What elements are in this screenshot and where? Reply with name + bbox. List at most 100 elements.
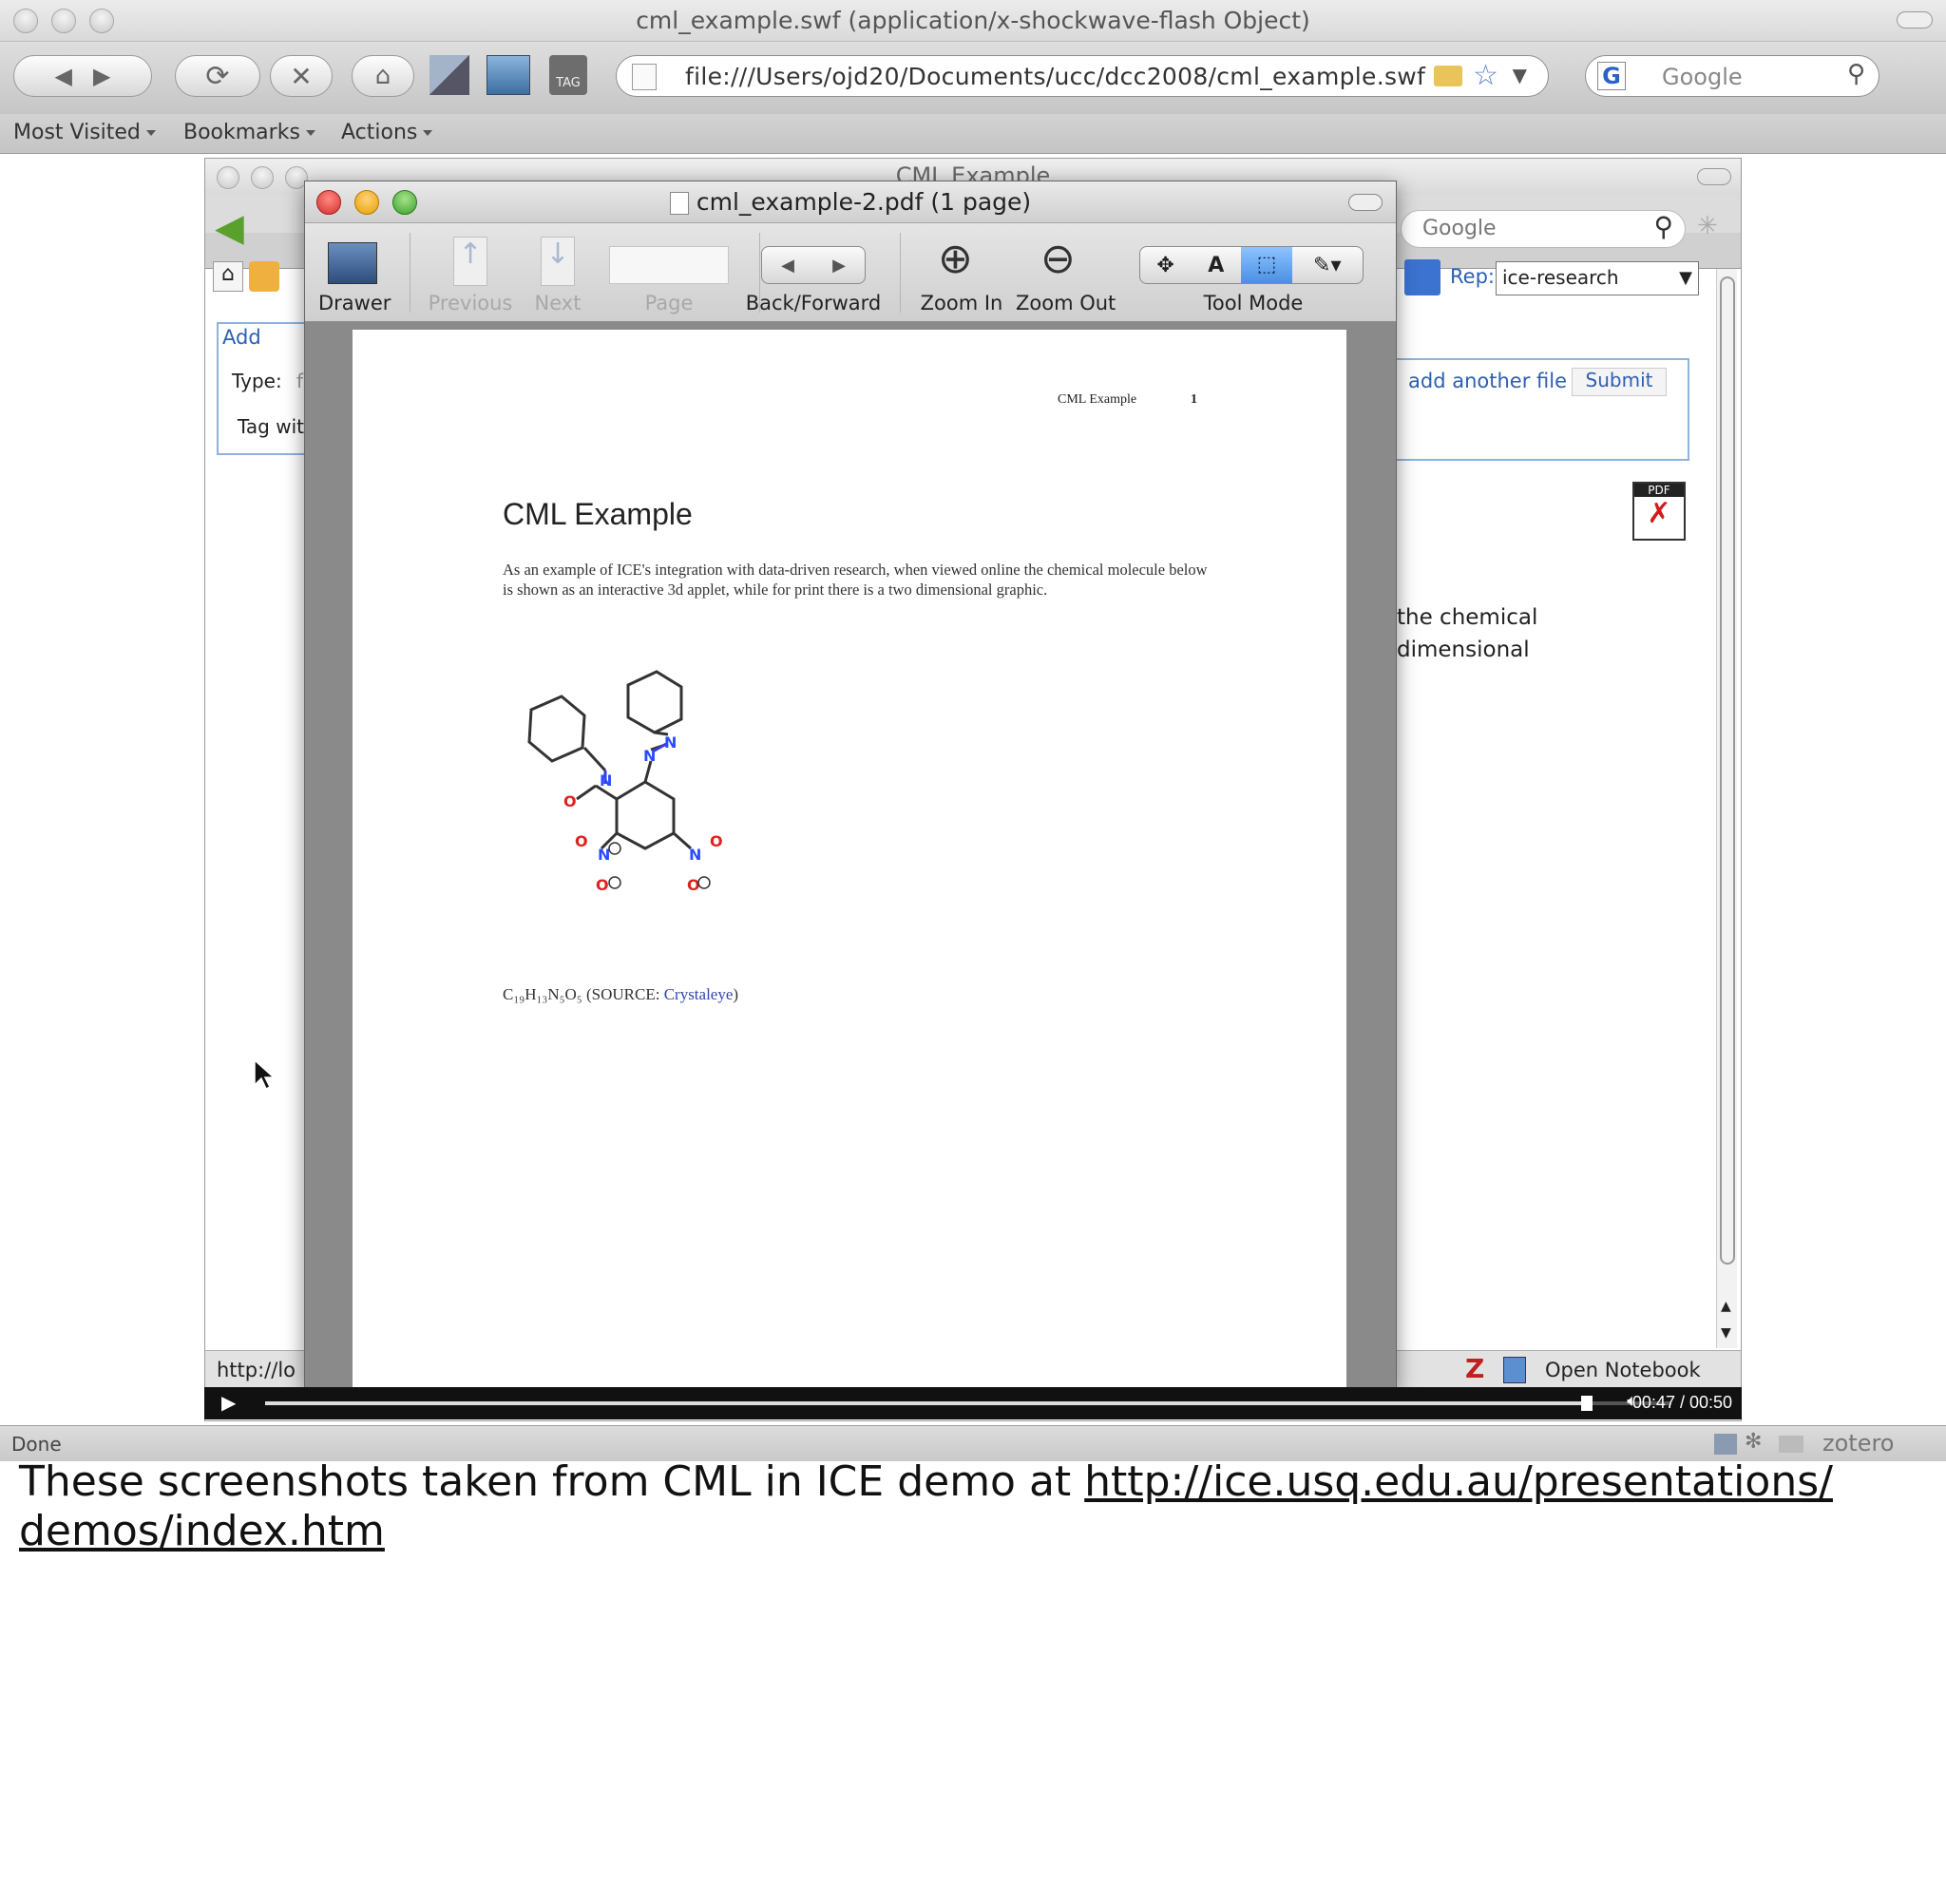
inner-search-input: Google xyxy=(1422,217,1497,240)
drawer-icon xyxy=(328,242,377,284)
video-progress-track[interactable] xyxy=(265,1396,1671,1411)
zotero-label[interactable]: zotero xyxy=(1822,1430,1894,1457)
snowflake-icon[interactable]: ✻ xyxy=(1745,1430,1762,1454)
mouse-cursor-icon xyxy=(254,1058,276,1091)
bookmark-label: Most Visited xyxy=(13,121,141,144)
text-tool-icon: A xyxy=(1208,253,1225,277)
status-text: Done xyxy=(11,1433,62,1456)
url-bar[interactable]: file:///Users/ojd20/Documents/ucc/dcc200… xyxy=(616,55,1549,97)
atom-n-azo-1: N xyxy=(643,747,656,765)
body-text-line-1: the chemical xyxy=(1397,605,1538,630)
back-arrow-icon: ◀ xyxy=(781,255,794,276)
demo-link-continued[interactable]: demos/index.htm xyxy=(19,1507,385,1555)
acrobat-swirl-icon: ✗ xyxy=(1647,497,1671,530)
pdf-icon-label: PDF xyxy=(1634,484,1684,497)
mail-icon[interactable] xyxy=(1779,1436,1803,1453)
home-button[interactable]: ⌂ xyxy=(352,55,414,97)
play-icon[interactable]: ▶ xyxy=(221,1391,236,1414)
search-icon[interactable]: ⚲ xyxy=(1847,60,1865,88)
search-input[interactable]: Google xyxy=(1662,64,1743,90)
browser-titlebar: cml_example.swf (application/x-shockwave… xyxy=(0,0,1946,42)
folder-icon[interactable] xyxy=(1434,66,1462,86)
window-title: cml_example.swf (application/x-shockwave… xyxy=(636,7,1310,34)
bookmark-label: Actions xyxy=(341,121,418,144)
scroll-thumb xyxy=(1720,276,1735,1265)
pdf-window-title: cml_example-2.pdf (1 page) xyxy=(305,188,1396,216)
pdf-document-icon xyxy=(669,192,689,215)
google-engine-icon[interactable]: G xyxy=(1597,62,1626,90)
video-controls[interactable]: ▶ 🔈︎ 00:47 / 00:50 xyxy=(204,1387,1742,1419)
back-forward-label: Back/Forward xyxy=(745,292,882,314)
select-tool-icon: ⬚ xyxy=(1241,247,1292,283)
star-bookmark-icon[interactable]: ☆ xyxy=(1473,59,1498,92)
crystaleye-link: Crystaleye xyxy=(663,985,734,1003)
central-ring xyxy=(615,780,676,850)
forward-arrow-icon: ▶ xyxy=(832,255,846,276)
search-bar[interactable]: G Google ⚲ xyxy=(1585,55,1879,97)
formula-text: C₁₉H₁₃N₅O₅ (SOURCE: xyxy=(503,985,664,1003)
inner-toolbar-toggle xyxy=(1697,168,1731,185)
url-dropdown-icon[interactable]: ▼ xyxy=(1513,64,1527,86)
zoom-in-icon: ⊕ xyxy=(938,235,973,283)
bookmarks-toolbar: Most Visited Bookmarks Actions xyxy=(0,114,1946,154)
move-tool-icon: ✥ xyxy=(1156,253,1174,277)
running-header-page: 1 xyxy=(1191,392,1197,407)
demo-link[interactable]: http://ice.usq.edu.au/presentations/ xyxy=(1084,1457,1833,1506)
pdf-title-text: cml_example-2.pdf (1 page) xyxy=(696,188,1032,216)
inner-scrollbar: ▲ ▼ xyxy=(1716,269,1737,1348)
slide-caption: These screenshots taken from CML in ICE … xyxy=(19,1457,1919,1556)
zoom-out-icon: ⊖ xyxy=(1040,235,1076,283)
statusbar-icon[interactable] xyxy=(1714,1434,1737,1455)
back-forward-buttons[interactable]: ◀ ▶ xyxy=(13,55,152,97)
back-arrow-icon[interactable]: ◀ xyxy=(55,63,72,89)
reload-button[interactable]: ⟳ xyxy=(175,55,260,97)
scroll-up-icon: ▲ xyxy=(1721,1299,1731,1314)
rep-label: Rep: xyxy=(1450,265,1495,288)
page-paragraph: As an example of ICE's integration with … xyxy=(503,561,1208,599)
pdf-titlebar: cml_example-2.pdf (1 page) xyxy=(305,181,1396,223)
add-another-file-link: add another file xyxy=(1408,370,1567,392)
tag-icon[interactable]: TAG xyxy=(549,55,587,95)
tag-label: Tag wit xyxy=(238,415,304,438)
home-icon: ⌂ xyxy=(374,62,391,90)
window-icon[interactable] xyxy=(486,55,530,95)
drawer-label: Drawer xyxy=(318,292,391,314)
atom-o-nitro-left-1: O xyxy=(575,832,588,850)
bookmark-bookmarks[interactable]: Bookmarks xyxy=(183,121,315,144)
open-notebook-label: Open Notebook xyxy=(1545,1359,1701,1381)
atom-o-nitro-right-1: O xyxy=(710,832,723,850)
atom-o-carbonyl: O xyxy=(563,792,577,810)
annotate-tool-icon: ✎▾ xyxy=(1313,253,1342,277)
screen-grab-icon[interactable] xyxy=(429,55,469,95)
submit-button: Submit xyxy=(1572,368,1667,396)
url-text[interactable]: file:///Users/ojd20/Documents/ucc/dcc200… xyxy=(685,63,1425,90)
tool-mode-segmented: ✥ A ⬚ ✎▾ xyxy=(1139,246,1364,284)
page-icon xyxy=(632,64,657,90)
pdf-toolbar-toggle xyxy=(1348,194,1383,211)
bookmark-most-visited[interactable]: Most Visited xyxy=(13,121,156,144)
video-progress-fill xyxy=(265,1401,1588,1405)
caption-text: These screenshots taken from CML in ICE … xyxy=(19,1457,1085,1506)
chevron-down-icon xyxy=(145,130,156,136)
zotero-z-icon: Z xyxy=(1465,1353,1485,1384)
atom-o-nitro-right-2: O xyxy=(687,876,700,894)
bookmark-label: Bookmarks xyxy=(183,121,300,144)
rep-value: ice-research xyxy=(1502,266,1619,289)
running-header-title: CML Example xyxy=(1058,392,1137,407)
forward-arrow-icon[interactable]: ▶ xyxy=(93,63,110,89)
zoom-out-label: Zoom Out xyxy=(1016,292,1116,314)
pdf-page: CML Example 1 CML Example As an example … xyxy=(353,330,1346,1390)
bookmark-actions[interactable]: Actions xyxy=(341,121,433,144)
formula-close: ) xyxy=(733,985,739,1003)
type-label: Type: xyxy=(232,370,282,392)
video-scrubber-handle[interactable] xyxy=(1581,1396,1593,1411)
loading-spinner-icon: ✳ xyxy=(1697,212,1718,240)
scroll-down-icon: ▼ xyxy=(1721,1325,1731,1341)
toolbar-toggle-button[interactable] xyxy=(1897,11,1933,29)
folder-icon xyxy=(249,261,279,292)
back-forward-segmented: ◀ ▶ xyxy=(761,246,866,284)
stop-button[interactable]: ✕ xyxy=(270,55,333,97)
atom-o-nitro-left-2: O xyxy=(596,876,609,894)
next-page-icon: ↓ xyxy=(541,237,575,286)
toolbar-divider xyxy=(900,233,901,313)
